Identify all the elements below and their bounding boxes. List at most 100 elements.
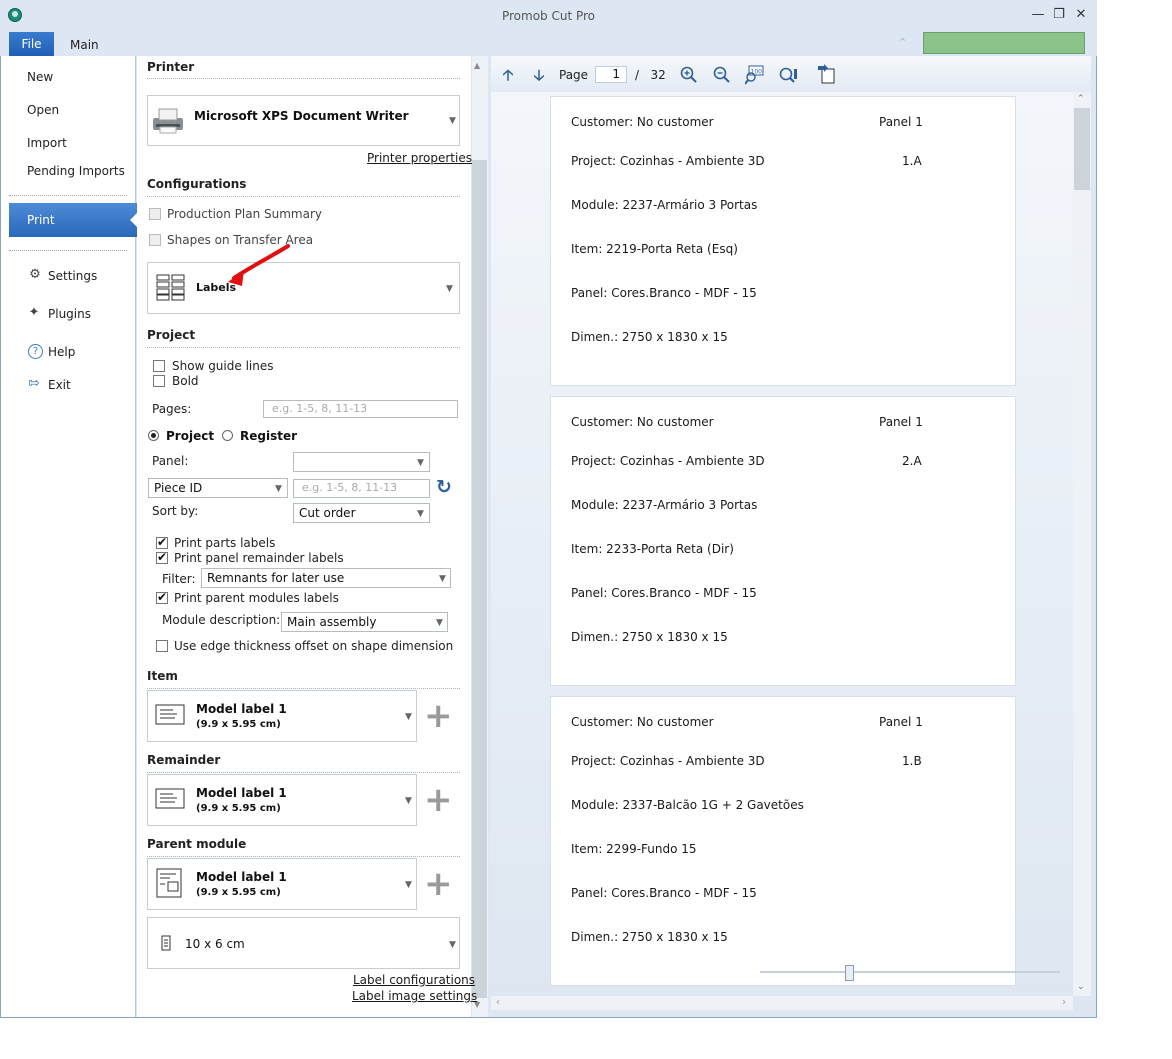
item-heading: Item [147, 669, 178, 683]
chevron-down-icon[interactable]: ▼ [449, 116, 456, 126]
panel-select[interactable] [293, 452, 430, 472]
page-setup-icon[interactable] [816, 64, 836, 84]
nav-plugins[interactable]: Plugins [48, 307, 91, 321]
register-radio[interactable] [222, 430, 233, 441]
zoom-fit-icon[interactable] [779, 66, 799, 84]
nav-pending-imports[interactable]: Pending Imports [27, 164, 125, 178]
chevron-down-icon[interactable]: ▼ [275, 484, 282, 494]
parent-module-model-name: Model label 1 [196, 870, 287, 884]
file-tab[interactable]: File [9, 32, 54, 56]
chevron-down-icon[interactable]: ▼ [449, 940, 456, 950]
label-panel-desc: Panel: Cores.Branco - MDF - 15 [571, 886, 757, 900]
label-item: Item: 2219-Porta Reta (Esq) [571, 242, 738, 256]
label-code: 2.A [902, 454, 922, 468]
remainder-heading: Remainder [147, 753, 221, 767]
scroll-up-icon[interactable]: ⌃ [1077, 94, 1085, 104]
scroll-down-icon[interactable]: ⌄ [1077, 982, 1085, 992]
parent-module-model-select[interactable] [147, 858, 417, 910]
bold-checkbox[interactable] [153, 375, 165, 387]
collapse-ribbon-icon[interactable]: ⌃ [898, 36, 912, 49]
zoom-in-icon[interactable] [680, 66, 698, 84]
minimize-icon[interactable]: — [1031, 8, 1045, 22]
nav-print[interactable]: Print [9, 203, 137, 237]
label-module: Module: 2237-Armário 3 Portas [571, 198, 758, 212]
label-dimensions: Dimen.: 2750 x 1830 x 15 [571, 330, 728, 344]
nav-new[interactable]: New [27, 70, 53, 84]
close-icon[interactable]: ✕ [1074, 8, 1088, 22]
label-item: Item: 2233-Porta Reta (Dir) [571, 542, 734, 556]
scroll-left-icon[interactable]: ‹ [496, 997, 500, 1008]
chevron-down-icon[interactable]: ▼ [439, 574, 446, 584]
label-image-settings-link[interactable]: Label image settings [352, 989, 477, 1003]
refresh-icon[interactable]: ↻ [436, 476, 452, 498]
zoom-slider-track [760, 971, 1060, 973]
preview-horizontal-scrollbar[interactable] [491, 996, 1073, 1010]
maximize-icon[interactable]: ❐ [1052, 8, 1066, 22]
module-description-select[interactable]: Main assembly [281, 612, 448, 632]
piece-id-input[interactable]: e.g. 1-5, 8, 11-13 [293, 479, 430, 498]
shapes-transfer-checkbox[interactable] [149, 234, 161, 246]
chevron-down-icon[interactable]: ▼ [417, 458, 424, 468]
label-configurations-link[interactable]: Label configurations [353, 973, 475, 987]
label-panel-desc: Panel: Cores.Branco - MDF - 15 [571, 286, 757, 300]
production-plan-checkbox[interactable] [149, 208, 161, 220]
chevron-down-icon[interactable]: ▼ [405, 796, 412, 806]
chevron-down-icon[interactable]: ▼ [405, 880, 412, 890]
print-parent-modules-label: Print parent modules labels [174, 591, 339, 605]
next-page-icon[interactable]: 🡣 [530, 66, 548, 84]
chevron-down-icon[interactable]: ▼ [436, 618, 443, 628]
nav-divider [9, 250, 127, 251]
sort-by-select[interactable]: Cut order [293, 503, 430, 523]
filter-select[interactable]: Remnants for later use [201, 568, 451, 588]
chevron-down-icon[interactable]: ▼ [405, 712, 412, 722]
label-project: Project: Cozinhas - Ambiente 3D [571, 154, 765, 168]
section-divider [147, 196, 460, 197]
print-parts-labels-checkbox[interactable] [156, 535, 168, 549]
print-parent-modules-checkbox[interactable] [156, 590, 168, 604]
preview-vertical-scrollbar[interactable] [1073, 92, 1091, 996]
nav-help[interactable]: Help [48, 345, 75, 359]
scroll-up-icon[interactable]: ▲ [474, 61, 480, 70]
window-title: Promob Cut Pro [501, 9, 596, 23]
options-scrollbar-thumb[interactable] [472, 160, 487, 998]
pages-input[interactable]: e.g. 1-5, 8, 11-13 [263, 400, 458, 418]
main-tab[interactable]: Main [70, 38, 99, 52]
add-remainder-label-icon[interactable]: + [424, 783, 453, 817]
previous-page-icon[interactable]: 🡡 [499, 66, 517, 84]
preview-scrollbar-thumb[interactable] [1074, 108, 1090, 190]
scroll-right-icon[interactable]: › [1062, 997, 1066, 1008]
total-pages-value: 32 [650, 68, 666, 82]
nav-import[interactable]: Import [27, 136, 67, 150]
chevron-down-icon[interactable]: ▼ [446, 284, 453, 294]
zoom-slider-thumb[interactable] [845, 965, 854, 981]
chevron-down-icon[interactable]: ▼ [417, 509, 424, 519]
zoom-100-icon[interactable]: 100 [745, 65, 765, 85]
project-heading: Project [147, 328, 196, 342]
label-model-icon [155, 788, 185, 809]
label-code: 1.B [902, 754, 922, 768]
page-number-input[interactable]: 1 [595, 66, 627, 83]
label-panel: Panel 1 [879, 415, 923, 429]
production-plan-label: Production Plan Summary [167, 207, 322, 221]
nav-exit[interactable]: Exit [48, 378, 71, 392]
pages-label: Pages: [152, 402, 192, 416]
label-project: Project: Cozinhas - Ambiente 3D [571, 454, 765, 468]
add-parent-module-label-icon[interactable]: + [424, 867, 453, 901]
configuration-type-select[interactable] [147, 262, 460, 314]
print-remainder-labels-checkbox[interactable] [156, 550, 168, 564]
use-edge-thickness-checkbox[interactable] [156, 640, 168, 652]
show-guide-lines-checkbox[interactable] [153, 360, 165, 372]
add-item-label-icon[interactable]: + [424, 699, 453, 733]
project-radio[interactable] [148, 430, 159, 441]
item-model-size: (9.9 x 5.95 cm) [196, 719, 281, 730]
zoom-out-icon[interactable] [713, 66, 731, 84]
nav-open[interactable]: Open [27, 103, 59, 117]
printer-properties-link[interactable]: Printer properties [367, 151, 472, 165]
print-remainder-labels-label: Print panel remainder labels [174, 551, 344, 565]
item-model-select[interactable] [147, 690, 417, 742]
nav-settings[interactable]: Settings [48, 269, 97, 283]
section-divider [147, 347, 460, 348]
remainder-model-select[interactable] [147, 774, 417, 826]
piece-id-select[interactable]: Piece ID [148, 478, 288, 498]
use-edge-thickness-label: Use edge thickness offset on shape dimen… [174, 639, 454, 653]
